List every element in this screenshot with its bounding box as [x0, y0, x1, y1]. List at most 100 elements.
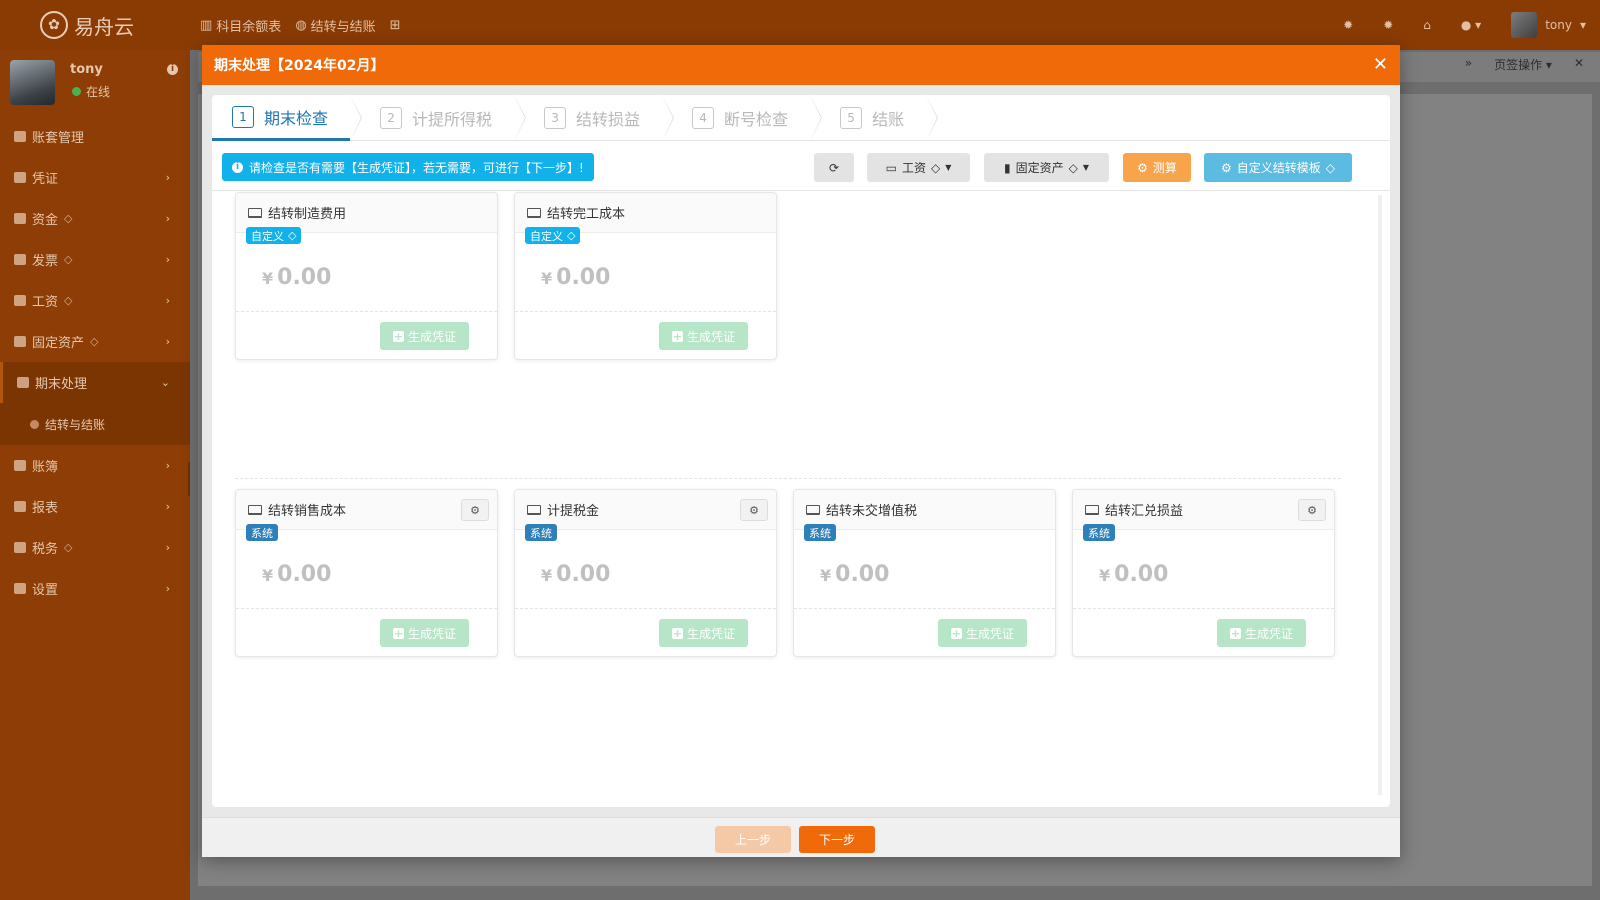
- forward-icon[interactable]: »: [1465, 56, 1472, 73]
- sidebar-item-funds[interactable]: 资金 ◇ ›: [0, 198, 190, 239]
- info-icon[interactable]: i: [167, 64, 178, 75]
- gear-icon: ⚙: [1220, 160, 1232, 175]
- close-icon[interactable]: ✕: [1373, 54, 1388, 75]
- chevron-down-icon: ▾: [1579, 18, 1586, 32]
- card-amount: ¥0.00: [541, 562, 611, 587]
- prev-step-button[interactable]: 上一步: [715, 826, 791, 853]
- fixed-assets-dropdown[interactable]: ▮ 固定资产 ◇ ▼: [984, 153, 1109, 182]
- plus-icon: +: [671, 626, 683, 640]
- book-icon: [14, 131, 26, 142]
- step-2[interactable]: 2 计提所得税: [350, 95, 527, 141]
- step-3[interactable]: 3 结转损益: [514, 95, 675, 141]
- diamond-icon: ◇: [567, 229, 576, 242]
- plus-icon: +: [392, 626, 404, 640]
- diamond-icon: ◇: [64, 212, 73, 225]
- info-alert: i 请检查是否有需要【生成凭证】，若无需要，可进行【下一步】!: [222, 153, 594, 181]
- chevron-right-icon: ›: [165, 171, 170, 184]
- chevron-right-icon: ›: [165, 253, 170, 266]
- card-unpaid-vat: 结转未交增值税 系统 ¥0.00 + 生成凭证: [793, 489, 1056, 657]
- generate-voucher-button[interactable]: + 生成凭证: [938, 619, 1027, 647]
- sidebar-item-voucher[interactable]: 凭证 ›: [0, 157, 190, 198]
- voucher-icon: [14, 172, 26, 183]
- sidebar-item-settings[interactable]: 设置 ›: [0, 568, 190, 609]
- chevron-down-icon: ⌄: [160, 376, 170, 389]
- step-1[interactable]: 1 期末检查: [212, 95, 363, 141]
- card-footer: + 生成凭证: [794, 608, 1055, 656]
- calendar-icon: [17, 377, 29, 388]
- gear-icon[interactable]: ⚙: [461, 499, 489, 521]
- generate-voucher-button[interactable]: + 生成凭证: [659, 322, 748, 350]
- building-icon: [14, 336, 26, 347]
- sidebar-item-reports[interactable]: 报表 ›: [0, 486, 190, 527]
- avatar: [10, 60, 55, 105]
- system-badge: 系统: [246, 524, 278, 541]
- sidebar-item-closing[interactable]: 结转与结账: [0, 403, 190, 445]
- add-tab-button[interactable]: ⊞: [390, 16, 401, 35]
- generate-voucher-button[interactable]: + 生成凭证: [380, 322, 469, 350]
- bug-icon[interactable]: ✹: [1383, 18, 1393, 32]
- card-accrued-taxes: 计提税金 ⚙ 系统 ¥0.00 + 生成凭证: [514, 489, 777, 657]
- top-tab-balance[interactable]: ▥ 科目余额表: [200, 16, 281, 35]
- calculate-button[interactable]: ⚙ 测算: [1123, 153, 1191, 182]
- generate-voucher-button[interactable]: + 生成凭证: [1217, 619, 1306, 647]
- card-amount: ¥0.00: [262, 265, 332, 290]
- custom-template-button[interactable]: ⚙ 自定义结转模板 ◇: [1204, 153, 1352, 182]
- chevron-right-icon: ›: [165, 294, 170, 307]
- sidebar-item-invoice[interactable]: 发票 ◇ ›: [0, 239, 190, 280]
- card-icon: [14, 295, 26, 306]
- modal-title: 期末处理【2024年02月】: [214, 58, 385, 74]
- step-5[interactable]: 5 结账: [810, 95, 939, 141]
- sidebar-item-salary[interactable]: 工资 ◇ ›: [0, 280, 190, 321]
- building-icon: ▮: [1003, 160, 1011, 175]
- card-footer: + 生成凭证: [515, 608, 776, 656]
- plus-icon: +: [1229, 626, 1241, 640]
- laptop-icon: [248, 207, 262, 218]
- bug-icon[interactable]: ✹: [1343, 18, 1353, 32]
- page-ops-dropdown[interactable]: 页签操作 ▾: [1494, 56, 1552, 73]
- page-tab-tools: » 页签操作 ▾ ✕: [1465, 56, 1584, 73]
- card-sales-cost: 结转销售成本 ⚙ 系统 ¥0.00 + 生成凭证: [235, 489, 498, 657]
- system-badge: 系统: [1083, 524, 1115, 541]
- sidebar-item-tax[interactable]: 税务 ◇ ›: [0, 527, 190, 568]
- generate-voucher-button[interactable]: + 生成凭证: [380, 619, 469, 647]
- refresh-button[interactable]: ⟳: [814, 153, 854, 182]
- card-amount: ¥0.00: [262, 562, 332, 587]
- cards-area: 结转制造费用 自定义 ◇ ¥0.00 + 生成凭证 结转完工成本 自定义 ◇ ¥0.0…: [212, 192, 1390, 807]
- chevron-right-icon: ›: [165, 500, 170, 513]
- diamond-icon: ◇: [930, 160, 941, 175]
- system-badge: 系统: [804, 524, 836, 541]
- top-user-menu[interactable]: tony ▾: [1511, 12, 1586, 38]
- gear-icon[interactable]: ⚙: [1298, 499, 1326, 521]
- diamond-icon: ◇: [288, 229, 297, 242]
- gear-icon[interactable]: ⚙: [740, 499, 768, 521]
- home-icon[interactable]: ⌂: [1423, 18, 1431, 32]
- funds-icon: [14, 213, 26, 224]
- sidebar-item-ledger[interactable]: 账簿 ›: [0, 445, 190, 486]
- app-logo[interactable]: ✿ 易舟云: [40, 10, 134, 40]
- top-avatar: [1511, 12, 1538, 38]
- modal-footer: 上一步 下一步: [202, 817, 1400, 857]
- close-all-icon[interactable]: ✕: [1574, 56, 1584, 73]
- user-status: 在线: [72, 83, 110, 100]
- sidebar-item-period-end[interactable]: 期末处理 ⌄: [0, 362, 190, 403]
- card-amount: ¥0.00: [1099, 562, 1169, 587]
- user-menu-icon[interactable]: ● ▾: [1461, 18, 1481, 32]
- scrollbar[interactable]: [1378, 195, 1382, 795]
- sidebar-item-books[interactable]: 账套管理: [0, 116, 190, 157]
- top-tab-closing[interactable]: ◍ 结转与结账: [295, 16, 375, 35]
- card-amount: ¥0.00: [820, 562, 890, 587]
- card-footer: + 生成凭证: [236, 311, 497, 359]
- diamond-icon: ◇: [64, 253, 73, 266]
- modal-toolbar: i 请检查是否有需要【生成凭证】，若无需要，可进行【下一步】! ⟳ ▭ 工资 ◇…: [212, 141, 1390, 191]
- plus-icon: +: [950, 626, 962, 640]
- custom-badge: 自定义 ◇: [525, 227, 581, 244]
- sidebar-item-fixed-assets[interactable]: 固定资产 ◇ ›: [0, 321, 190, 362]
- step-4[interactable]: 4 断号检查: [662, 95, 823, 141]
- diamond-icon: ◇: [64, 541, 73, 554]
- laptop-icon: [806, 504, 820, 515]
- salary-dropdown[interactable]: ▭ 工资 ◇ ▼: [867, 153, 970, 182]
- chevron-right-icon: ›: [165, 212, 170, 225]
- system-badge: 系统: [525, 524, 557, 541]
- generate-voucher-button[interactable]: + 生成凭证: [659, 619, 748, 647]
- next-step-button[interactable]: 下一步: [799, 826, 875, 853]
